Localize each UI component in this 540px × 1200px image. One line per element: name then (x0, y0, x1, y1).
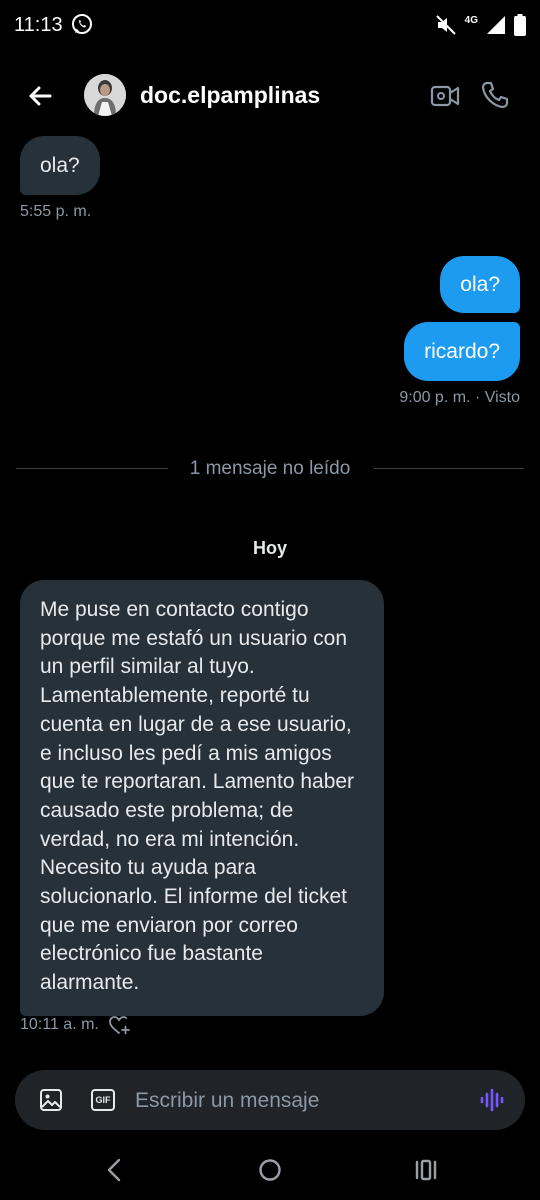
nav-home-icon[interactable] (258, 1158, 282, 1182)
heart-react-icon[interactable] (108, 1014, 130, 1036)
whatsapp-icon (72, 14, 92, 34)
nav-recents-icon[interactable] (414, 1159, 438, 1181)
status-bar: 11:13 4G (0, 0, 540, 52)
nav-back-icon[interactable] (102, 1157, 126, 1183)
system-nav-bar (0, 1140, 540, 1200)
status-time: 11:13 (14, 14, 63, 36)
message-composer: GIF (15, 1070, 525, 1130)
unread-divider: 1 mensaje no leído (16, 458, 524, 480)
battery-icon (514, 14, 526, 36)
unread-divider-label: 1 mensaje no leído (189, 458, 351, 479)
divider-line (374, 468, 524, 469)
message-bubble-outgoing[interactable]: ricardo? (404, 322, 520, 381)
avatar-figure-icon (84, 74, 126, 116)
message-bubble-incoming[interactable]: ola? (20, 136, 100, 195)
phone-call-icon[interactable] (480, 80, 510, 110)
message-input[interactable] (133, 1078, 457, 1124)
message-timestamp: 10:11 a. m. (20, 1016, 99, 1033)
avatar[interactable] (84, 74, 126, 116)
back-arrow-icon[interactable] (22, 78, 58, 114)
chat-header: doc.elpamplinas (0, 62, 540, 132)
chat-username[interactable]: doc.elpamplinas (140, 82, 320, 109)
gif-button[interactable]: GIF (91, 1089, 115, 1111)
voice-message-icon[interactable] (479, 1088, 505, 1112)
message-bubble-outgoing[interactable]: ola? (440, 256, 520, 313)
signal-icon (487, 16, 505, 34)
message-bubble-incoming[interactable]: Me puse en contacto contigo porque me es… (20, 580, 384, 1016)
network-type: 4G (464, 15, 478, 26)
image-icon[interactable] (39, 1088, 63, 1112)
mute-icon (435, 15, 456, 35)
message-timestamp: 5:55 p. m. (20, 203, 92, 220)
video-call-icon[interactable] (430, 82, 460, 110)
day-separator: Hoy (252, 538, 287, 558)
status-icons: 4G (435, 12, 526, 38)
message-seen-status: 9:00 p. m. · Visto (399, 389, 520, 406)
